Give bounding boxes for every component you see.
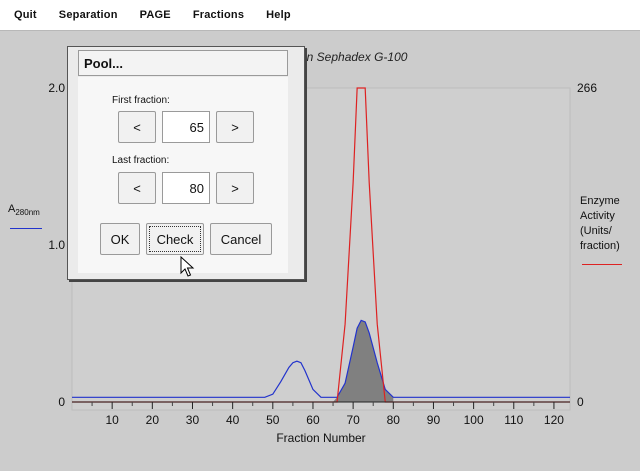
dialog-body: First fraction: < 65 > Last fraction: < … — [78, 77, 288, 273]
last-fraction-label: Last fraction: — [112, 155, 170, 166]
right-axis-label-line: (Units/ — [580, 225, 612, 237]
x-tick-label: 120 — [544, 413, 564, 427]
right-y-tick-label: 0 — [577, 395, 584, 409]
first-decrement-button[interactable]: < — [118, 111, 156, 143]
x-tick-label: 50 — [266, 413, 280, 427]
x-tick-label: 80 — [387, 413, 401, 427]
right-axis-label-line: Enzyme — [580, 195, 620, 207]
x-tick-label: 30 — [186, 413, 200, 427]
chart-title: on Sephadex G-100 — [300, 50, 408, 64]
left-y-tick-label: 2.0 — [48, 81, 65, 95]
right-y-tick-label: 266 — [577, 81, 597, 95]
x-tick-label: 110 — [504, 413, 523, 427]
x-tick-label: 60 — [306, 413, 320, 427]
first-fraction-field[interactable]: 65 — [162, 111, 210, 143]
x-tick-label: 100 — [464, 413, 484, 427]
first-fraction-label: First fraction: — [112, 95, 170, 106]
left-axis-label: A280nm — [8, 203, 40, 217]
dialog-title: Pool... — [78, 50, 288, 76]
ok-button[interactable]: OK — [100, 223, 140, 255]
last-decrement-button[interactable]: < — [118, 172, 156, 204]
left-y-tick-label: 1.0 — [48, 238, 65, 252]
x-axis-title-text: Fraction Number — [276, 431, 366, 445]
activity-legend-line — [582, 264, 622, 265]
right-axis-label: Enzyme Activity (Units/ fraction) — [580, 194, 636, 254]
right-axis-label-line: fraction) — [580, 240, 620, 252]
x-tick-label: 70 — [346, 413, 360, 427]
right-axis-label-line: Activity — [580, 210, 615, 222]
check-button[interactable]: Check — [146, 223, 204, 255]
cancel-button[interactable]: Cancel — [210, 223, 272, 255]
pool-dialog: Pool... First fraction: < 65 > Last frac… — [67, 46, 305, 280]
last-fraction-field[interactable]: 80 — [162, 172, 210, 204]
x-tick-label: 20 — [146, 413, 160, 427]
x-tick-label: 40 — [226, 413, 240, 427]
mouse-pointer-icon — [180, 256, 195, 277]
left-axis-label-sub: 280nm — [15, 208, 40, 218]
left-y-tick-label: 0 — [58, 395, 65, 409]
x-axis-title: Fraction Number — [0, 431, 640, 445]
x-tick-label: 10 — [105, 413, 119, 427]
first-increment-button[interactable]: > — [216, 111, 254, 143]
last-increment-button[interactable]: > — [216, 172, 254, 204]
x-tick-label: 90 — [427, 413, 441, 427]
absorbance-legend-line — [10, 228, 42, 229]
